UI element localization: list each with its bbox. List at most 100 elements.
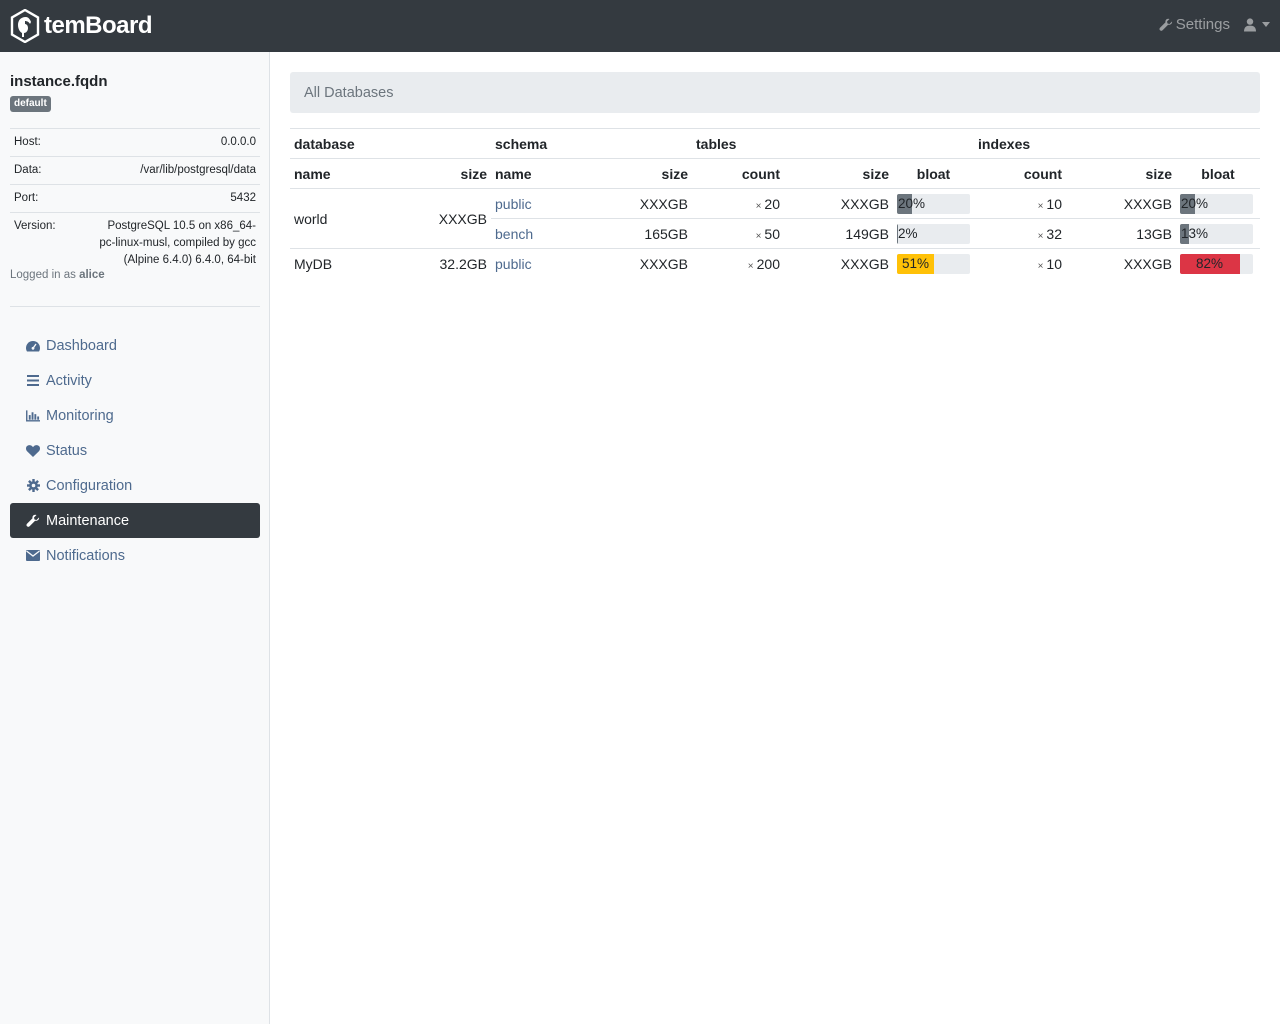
indexes-size: 13GB: [1066, 218, 1176, 249]
db-size: 32.2GB: [428, 248, 491, 278]
info-label: Port:: [10, 184, 68, 213]
bloat-label: 20%: [898, 195, 926, 211]
info-label: Data:: [10, 156, 68, 185]
indexes-bloat-cell: 20%: [1176, 188, 1260, 219]
times-icon: ×: [1037, 230, 1044, 242]
tables-bloat-cell: 20%: [893, 188, 974, 219]
wrench-icon: [1159, 18, 1172, 31]
heart-icon: [26, 444, 40, 458]
sidebar-item-label: Maintenance: [46, 512, 130, 529]
info-row-port: Port: 5432: [10, 184, 260, 213]
info-value: 0.0.0.0: [68, 128, 260, 157]
col-indexes-bloat: bloat: [1176, 158, 1260, 189]
indexes-count-value: 10: [1046, 255, 1062, 272]
bloat-label: 13%: [1181, 225, 1209, 241]
logged-in-text: Logged in as alice: [10, 269, 105, 281]
indexes-bloat-bar: 13%: [1180, 223, 1253, 244]
sidebar-item-dashboard[interactable]: Dashboard: [10, 328, 260, 363]
bloat-label: 20%: [1181, 195, 1209, 211]
logged-user: alice: [79, 269, 105, 281]
sidebar-divider: [10, 306, 260, 307]
schema-link[interactable]: bench: [495, 226, 533, 242]
sidebar-item-activity[interactable]: Activity: [10, 363, 260, 398]
times-icon: ×: [755, 200, 762, 212]
indexes-bloat-cell: 13%: [1176, 218, 1260, 249]
group-header-tables: tables: [692, 128, 974, 159]
info-value: PostgreSQL 10.5 on x86_64-pc-linux-musl,…: [68, 212, 260, 274]
schema-size: XXXGB: [629, 188, 692, 219]
tables-size: XXXGB: [784, 188, 893, 219]
breadcrumb: All Databases: [290, 72, 1260, 113]
schema-link[interactable]: public: [495, 256, 532, 272]
info-row-host: Host: 0.0.0.0: [10, 128, 260, 157]
databases-table: database schema tables indexes name size…: [290, 128, 1260, 278]
group-header-database: database: [290, 128, 491, 159]
header-column-row: name size name size count size bloat cou…: [290, 158, 1260, 189]
bar-chart-icon: [26, 409, 40, 423]
tables-bloat-cell: 2%: [893, 218, 974, 249]
settings-label: Settings: [1175, 16, 1230, 33]
info-label: Host:: [10, 128, 68, 157]
top-navbar: temBoard Settings: [0, 0, 1280, 52]
col-tables-bloat: bloat: [893, 158, 974, 189]
info-label: Version:: [10, 212, 68, 274]
sidebar-item-label: Notifications: [46, 547, 125, 564]
col-db-name: name: [290, 158, 428, 189]
instance-name: instance.fqdn: [10, 73, 108, 90]
sidebar-item-label: Configuration: [46, 477, 133, 494]
wrench-icon: [26, 514, 40, 528]
table-row: world XXXGB public XXXGB × 20 XXXGB 20% ×…: [290, 188, 1260, 249]
dashboard-icon: [26, 339, 40, 353]
tables-count-value: 50: [764, 225, 780, 242]
sidebar-item-maintenance[interactable]: Maintenance: [10, 503, 260, 538]
indexes-bloat-bar: 20%: [1180, 193, 1253, 214]
info-row-data: Data:/var/lib/postgresql/data: [10, 156, 260, 185]
main-content: All Databases database schema tables ind…: [290, 72, 1260, 278]
col-tables-count: count: [692, 158, 784, 189]
indexes-count-value: 10: [1046, 195, 1062, 212]
schema-name-cell: public: [491, 248, 629, 278]
settings-link[interactable]: Settings: [1159, 16, 1230, 33]
breadcrumb-item: All Databases: [304, 84, 394, 101]
times-icon: ×: [755, 230, 762, 242]
sidebar-nav: Dashboard Activity Monitoring Status Con…: [10, 328, 260, 573]
schema-name-cell: public: [491, 188, 629, 219]
col-indexes-size: size: [1066, 158, 1176, 189]
chevron-down-icon: [1262, 22, 1270, 27]
db-name: MyDB: [290, 248, 428, 278]
times-icon: ×: [1037, 200, 1044, 212]
times-icon: ×: [1037, 260, 1044, 272]
tables-count: × 200: [692, 248, 784, 278]
elephant-logo-icon: [10, 9, 40, 43]
sidebar-item-monitoring[interactable]: Monitoring: [10, 398, 260, 433]
environment-badge: default: [10, 96, 51, 112]
indexes-size: XXXGB: [1066, 188, 1176, 219]
sidebar-item-notifications[interactable]: Notifications: [10, 538, 260, 573]
logged-prefix: Logged in as: [10, 269, 76, 281]
tables-size: XXXGB: [784, 248, 893, 278]
indexes-count: × 10: [974, 248, 1066, 278]
sidebar-item-status[interactable]: Status: [10, 433, 260, 468]
tables-bloat-bar: 51%: [897, 253, 970, 274]
info-value: /var/lib/postgresql/data: [68, 156, 260, 185]
col-db-size: size: [428, 158, 491, 189]
sidebar-item-label: Monitoring: [46, 407, 114, 424]
db-name: world: [290, 188, 428, 249]
schema-link[interactable]: public: [495, 196, 532, 212]
group-header-indexes: indexes: [974, 128, 1260, 159]
bloat-label: 51%: [902, 255, 930, 271]
tables-bloat-cell: 51%: [893, 248, 974, 278]
instance-info-table: Host: 0.0.0.0 Data:/var/lib/postgresql/da…: [10, 128, 260, 274]
top-right-menu: Settings: [1159, 16, 1270, 33]
sidebar-item-configuration[interactable]: Configuration: [10, 468, 260, 503]
brand[interactable]: temBoard: [10, 9, 153, 43]
tables-bloat-bar: 2%: [897, 223, 970, 244]
table-row: MyDB 32.2GB public XXXGB × 200 XXXGB 51% …: [290, 248, 1260, 278]
envelope-icon: [26, 549, 40, 563]
times-icon: ×: [747, 260, 754, 272]
indexes-count: × 10: [974, 188, 1066, 219]
col-schema-size: size: [629, 158, 692, 189]
schema-size: 165GB: [629, 218, 692, 249]
bloat-label: 82%: [1196, 255, 1224, 271]
user-menu[interactable]: [1244, 17, 1270, 32]
